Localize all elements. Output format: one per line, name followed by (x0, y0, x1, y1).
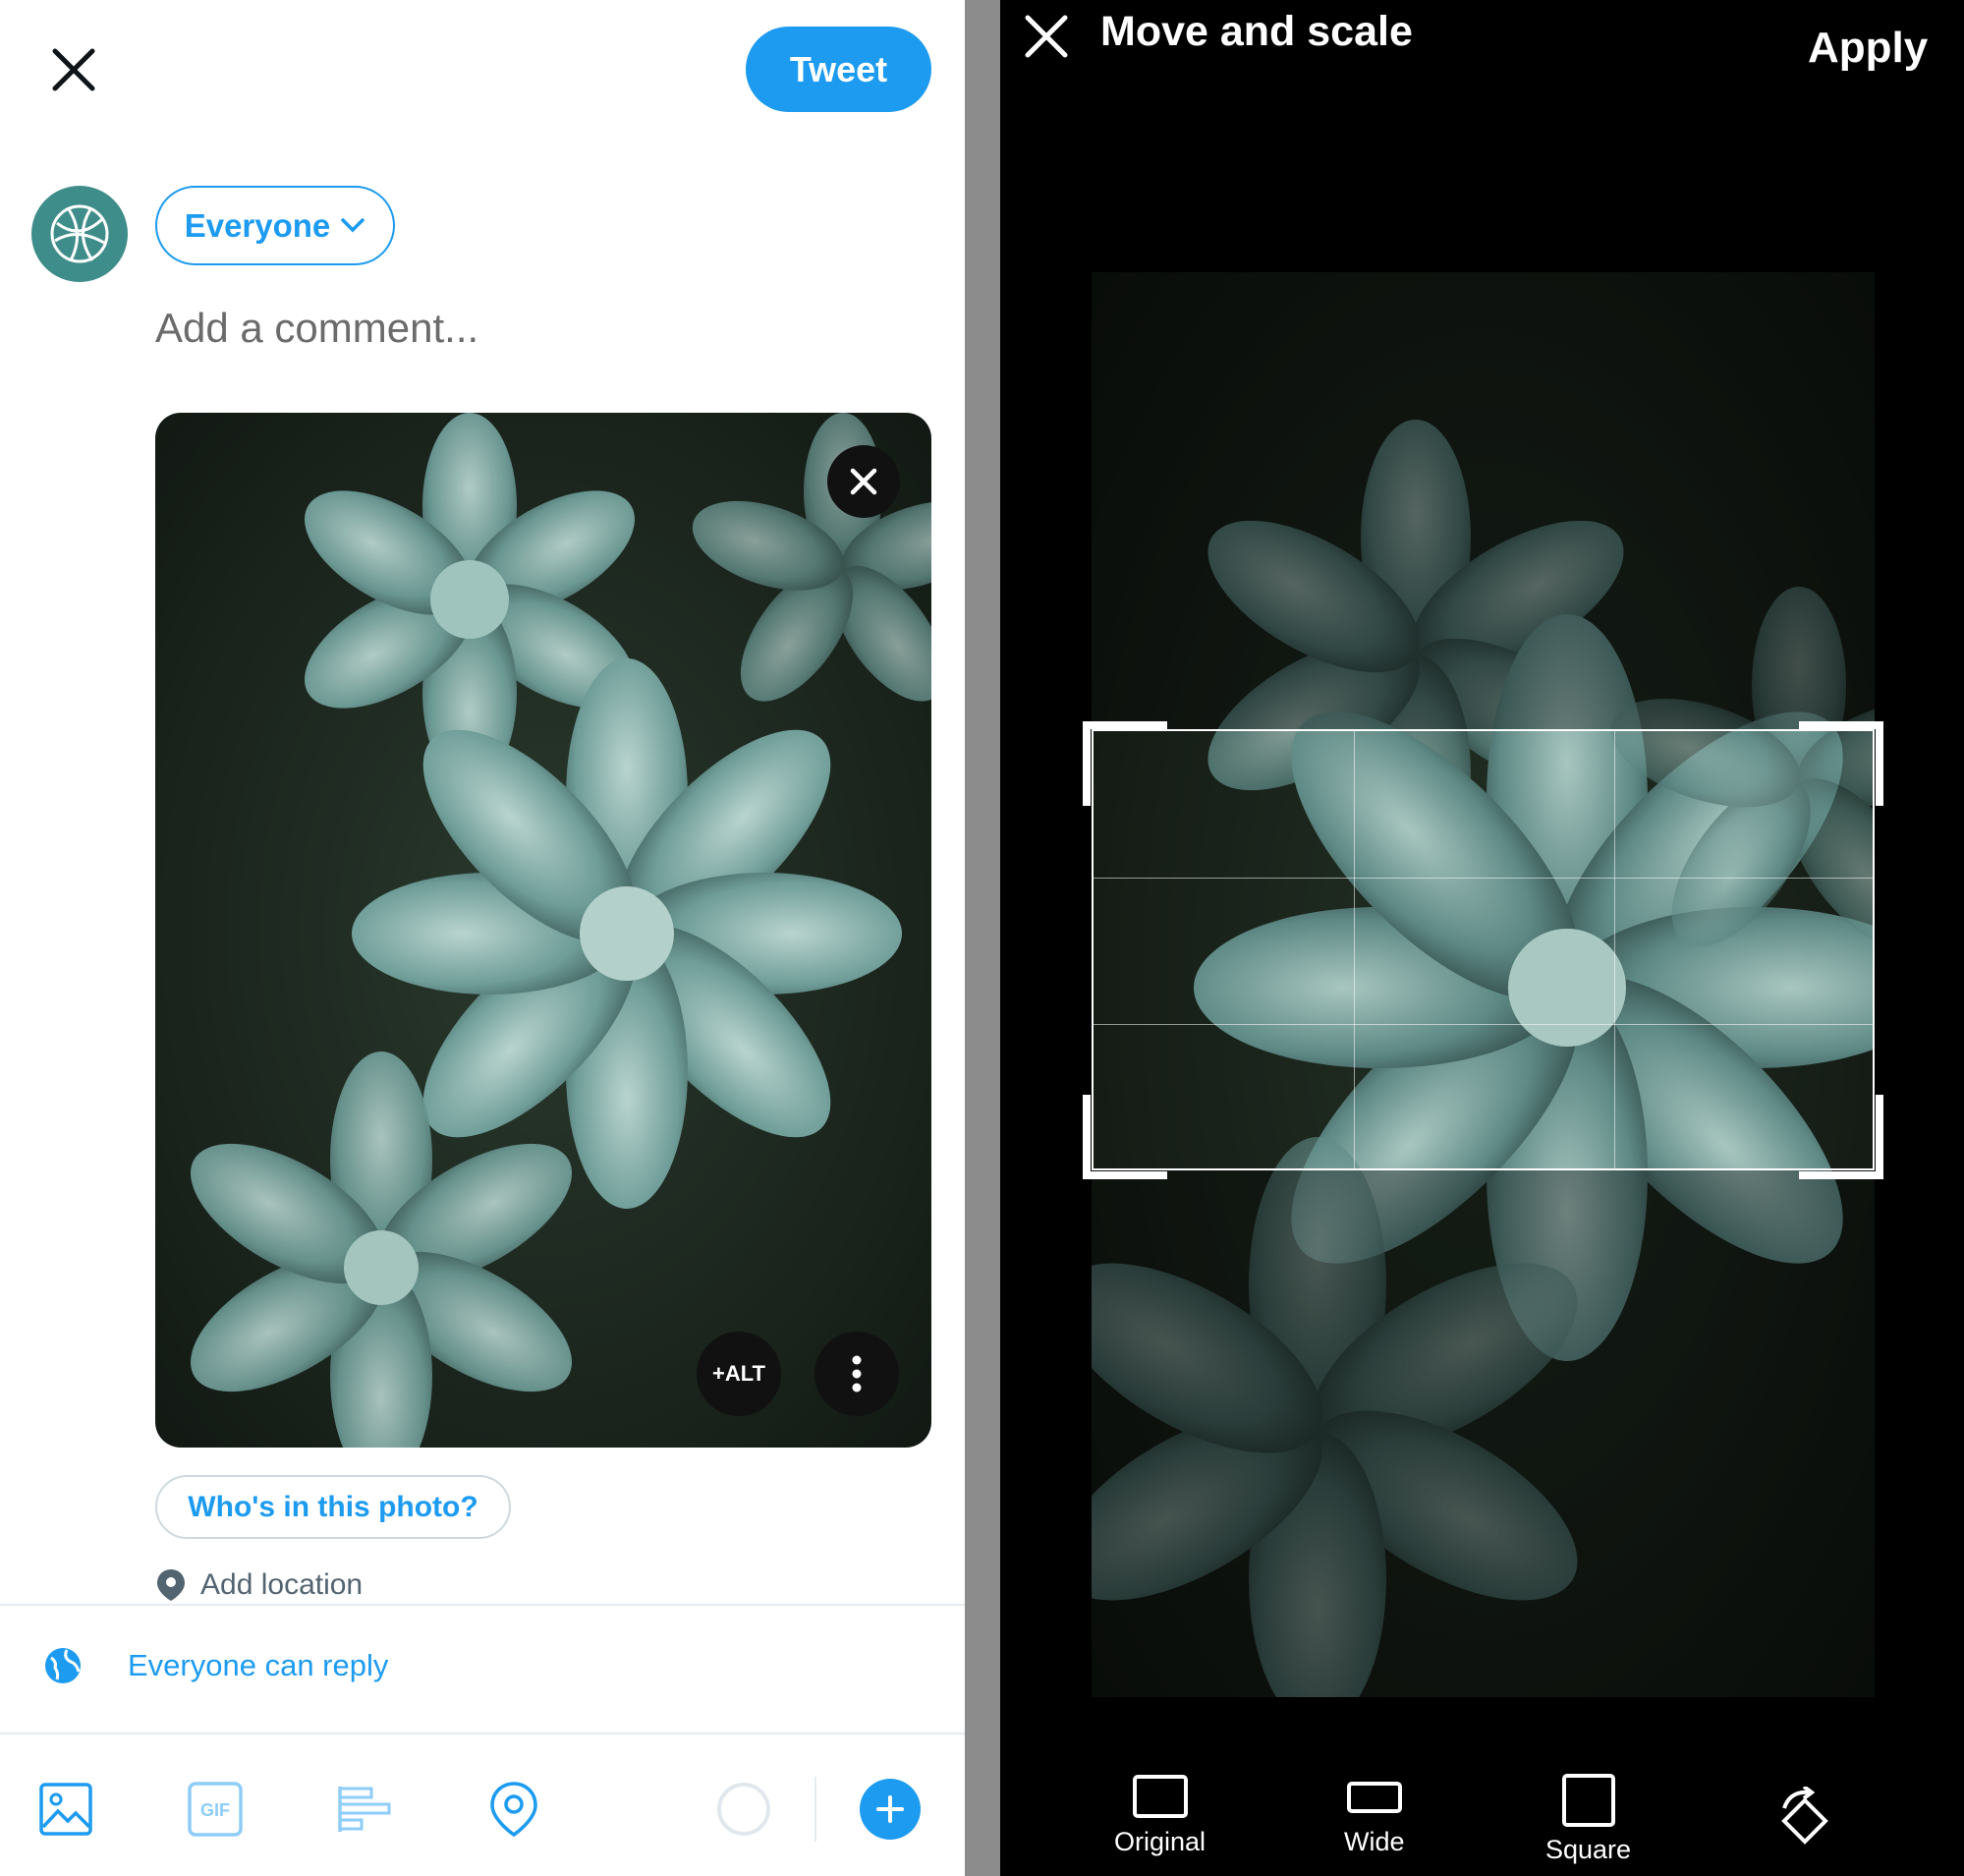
comment-input[interactable]: Add a comment... (155, 305, 478, 352)
apply-button[interactable]: Apply (1808, 24, 1928, 73)
ratio-square-icon (1561, 1774, 1615, 1827)
location-pin-icon (157, 1569, 185, 1601)
close-icon[interactable] (51, 47, 96, 92)
crop-handle-bottom-left[interactable] (1083, 1095, 1167, 1179)
more-options-button[interactable] (814, 1332, 899, 1416)
crop-grid-line (1614, 731, 1615, 1168)
add-location-label: Add location (200, 1568, 364, 1601)
attached-photo[interactable] (155, 413, 931, 1448)
crop-grid-line (1094, 878, 1873, 879)
panel-divider (965, 0, 1000, 1876)
avatar[interactable] (31, 186, 128, 282)
location-icon[interactable] (483, 1779, 544, 1840)
succulent-image (155, 413, 931, 1448)
close-icon (850, 468, 877, 495)
ratio-square-option[interactable]: Square (1545, 1774, 1631, 1865)
add-alt-text-button[interactable]: +ALT (697, 1332, 781, 1416)
globe-icon (45, 1648, 81, 1683)
crop-handle-top-left[interactable] (1083, 721, 1167, 806)
divider (0, 1733, 965, 1734)
rotate-button[interactable] (1776, 1787, 1833, 1848)
divider (0, 1604, 965, 1606)
ratio-square-label: Square (1545, 1835, 1632, 1864)
editor-title: Move and scale (1100, 8, 1413, 55)
character-counter-icon (713, 1779, 774, 1840)
editor-close-icon[interactable] (1024, 14, 1069, 59)
reply-setting[interactable]: Everyone can reply (43, 1646, 388, 1685)
globe-logo-icon (50, 204, 109, 263)
crop-frame[interactable] (1092, 729, 1875, 1170)
ratio-original-option[interactable]: Original (1114, 1774, 1206, 1857)
tweet-button[interactable]: Tweet (746, 27, 931, 112)
tag-people-button[interactable]: Who's in this photo? (155, 1475, 511, 1539)
ratio-wide-option[interactable]: Wide (1344, 1774, 1405, 1857)
audience-label: Everyone (184, 206, 331, 244)
add-thread-button[interactable] (860, 1779, 921, 1840)
compose-panel: Tweet Everyone Add a comment... +ALT Who… (0, 0, 965, 1876)
ratio-original-label: Original (1114, 1827, 1206, 1856)
chevron-down-icon (341, 217, 365, 232)
image-icon[interactable] (35, 1779, 96, 1840)
ratio-original-icon (1132, 1775, 1188, 1818)
crop-handle-top-right[interactable] (1799, 721, 1883, 806)
remove-photo-button[interactable] (827, 445, 900, 518)
poll-icon[interactable] (334, 1779, 395, 1840)
divider (814, 1777, 816, 1842)
ratio-wide-icon (1346, 1782, 1402, 1813)
rotate-icon (1781, 1787, 1828, 1845)
crop-handle-bottom-right[interactable] (1799, 1095, 1883, 1179)
gif-label: GIF (200, 1800, 230, 1820)
add-location-link[interactable]: Add location (155, 1567, 363, 1603)
crop-grid-line (1094, 1024, 1873, 1025)
crop-grid-line (1354, 731, 1355, 1168)
plus-icon (876, 1795, 904, 1823)
more-vertical-icon (852, 1355, 862, 1393)
gif-icon[interactable]: GIF (185, 1779, 246, 1840)
audience-selector[interactable]: Everyone (155, 186, 395, 265)
ratio-wide-label: Wide (1344, 1827, 1405, 1856)
reply-setting-label: Everyone can reply (128, 1648, 389, 1682)
